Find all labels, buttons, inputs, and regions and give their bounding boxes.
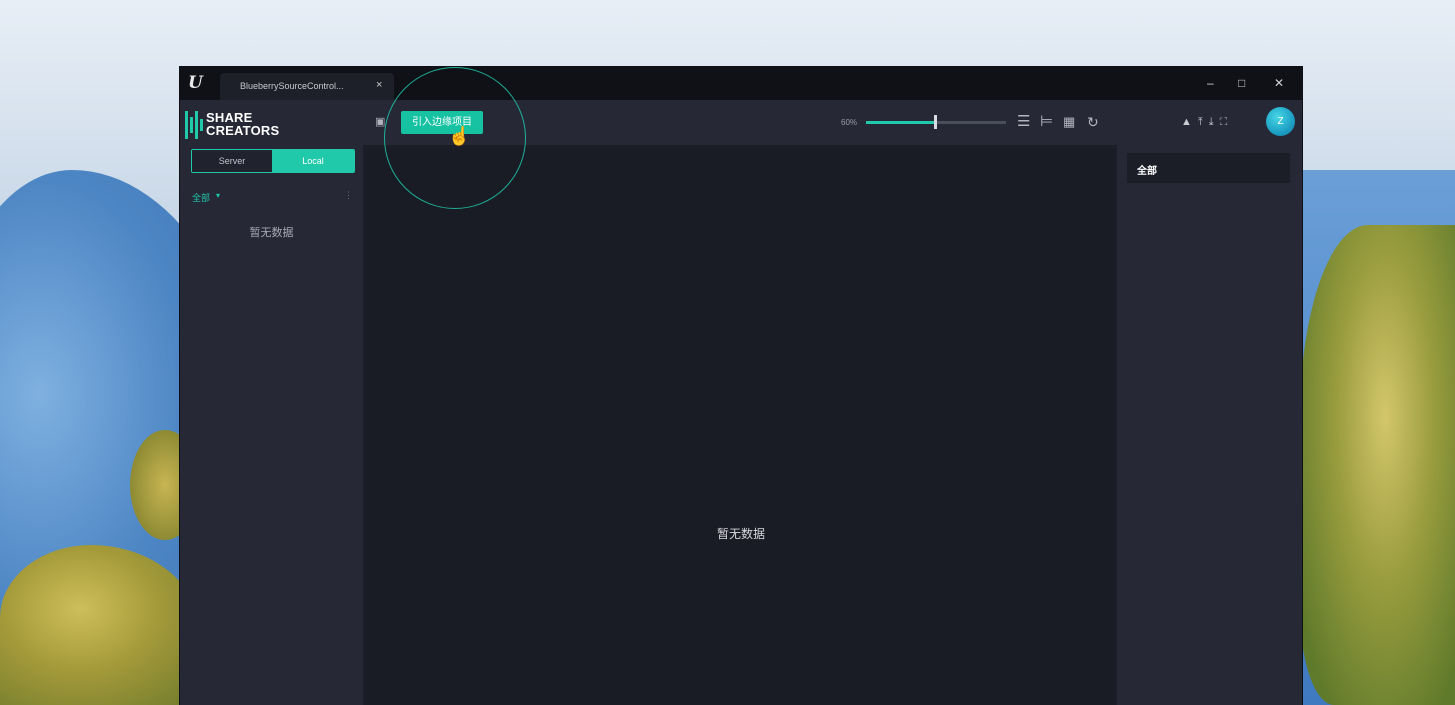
chevron-down-icon[interactable]: ▾ (216, 191, 220, 200)
zoom-slider[interactable] (866, 115, 1006, 129)
hand-cursor-icon: ☝ (448, 126, 471, 146)
document-tab[interactable]: BlueberrySourceControl... × (220, 73, 394, 100)
left-sidebar: SHARE CREATORS Server Local 全部 ▾ ⋮ 暂无数据 (180, 100, 363, 705)
upload-icon[interactable]: ⤒ (1198, 116, 1209, 128)
brand-line-2: CREATORS (206, 123, 280, 138)
action-icons: ▲⤒⤓⛶ (1181, 116, 1233, 129)
right-panel: ▲⤒⤓⛶ Z 全部 (1117, 100, 1302, 705)
zoom-label: 60% (841, 118, 858, 127)
list-view-icon[interactable]: ☰ (1017, 114, 1030, 130)
tab-title: BlueberrySourceControl... (240, 81, 344, 91)
landmass-right (1300, 225, 1455, 705)
maximize-button[interactable]: □ (1238, 76, 1245, 90)
title-bar: U BlueberrySourceControl... × – □ ✕ (180, 67, 1302, 100)
content-area: 暂无数据 (367, 150, 1115, 705)
source-toggle: Server Local (191, 149, 355, 173)
avatar[interactable]: Z (1266, 107, 1295, 136)
more-icon[interactable]: ⋮ (344, 190, 353, 201)
category-filter[interactable]: 全部 (192, 191, 210, 204)
sidebar-empty-state: 暂无数据 (249, 227, 294, 239)
refresh-icon[interactable]: ↻ (1087, 114, 1099, 130)
grid-view-icon[interactable]: ▦ (1063, 114, 1075, 130)
close-button[interactable]: ✕ (1274, 76, 1284, 90)
server-tab[interactable]: Server (192, 150, 272, 172)
bell-icon[interactable]: ▲ (1181, 116, 1198, 128)
category-list: 全部 (1127, 153, 1290, 183)
minimize-button[interactable]: – (1207, 76, 1214, 90)
main-empty-state: 暂无数据 (716, 527, 765, 541)
unreal-logo-icon: U (188, 73, 203, 93)
zoom-slider-fill (866, 121, 936, 124)
brand-mark-icon (184, 111, 204, 139)
category-item-all[interactable]: 全部 (1137, 162, 1157, 177)
local-tab[interactable]: Local (272, 150, 354, 172)
app-window: U BlueberrySourceControl... × – □ ✕ SHAR… (180, 67, 1302, 705)
fullscreen-icon[interactable]: ⛶ (1220, 116, 1234, 128)
tab-close-icon[interactable]: × (376, 79, 382, 91)
tree-view-icon[interactable]: ⊨ (1040, 114, 1053, 130)
download-icon[interactable]: ⤓ (1209, 116, 1220, 128)
zoom-slider-thumb[interactable] (934, 115, 937, 129)
